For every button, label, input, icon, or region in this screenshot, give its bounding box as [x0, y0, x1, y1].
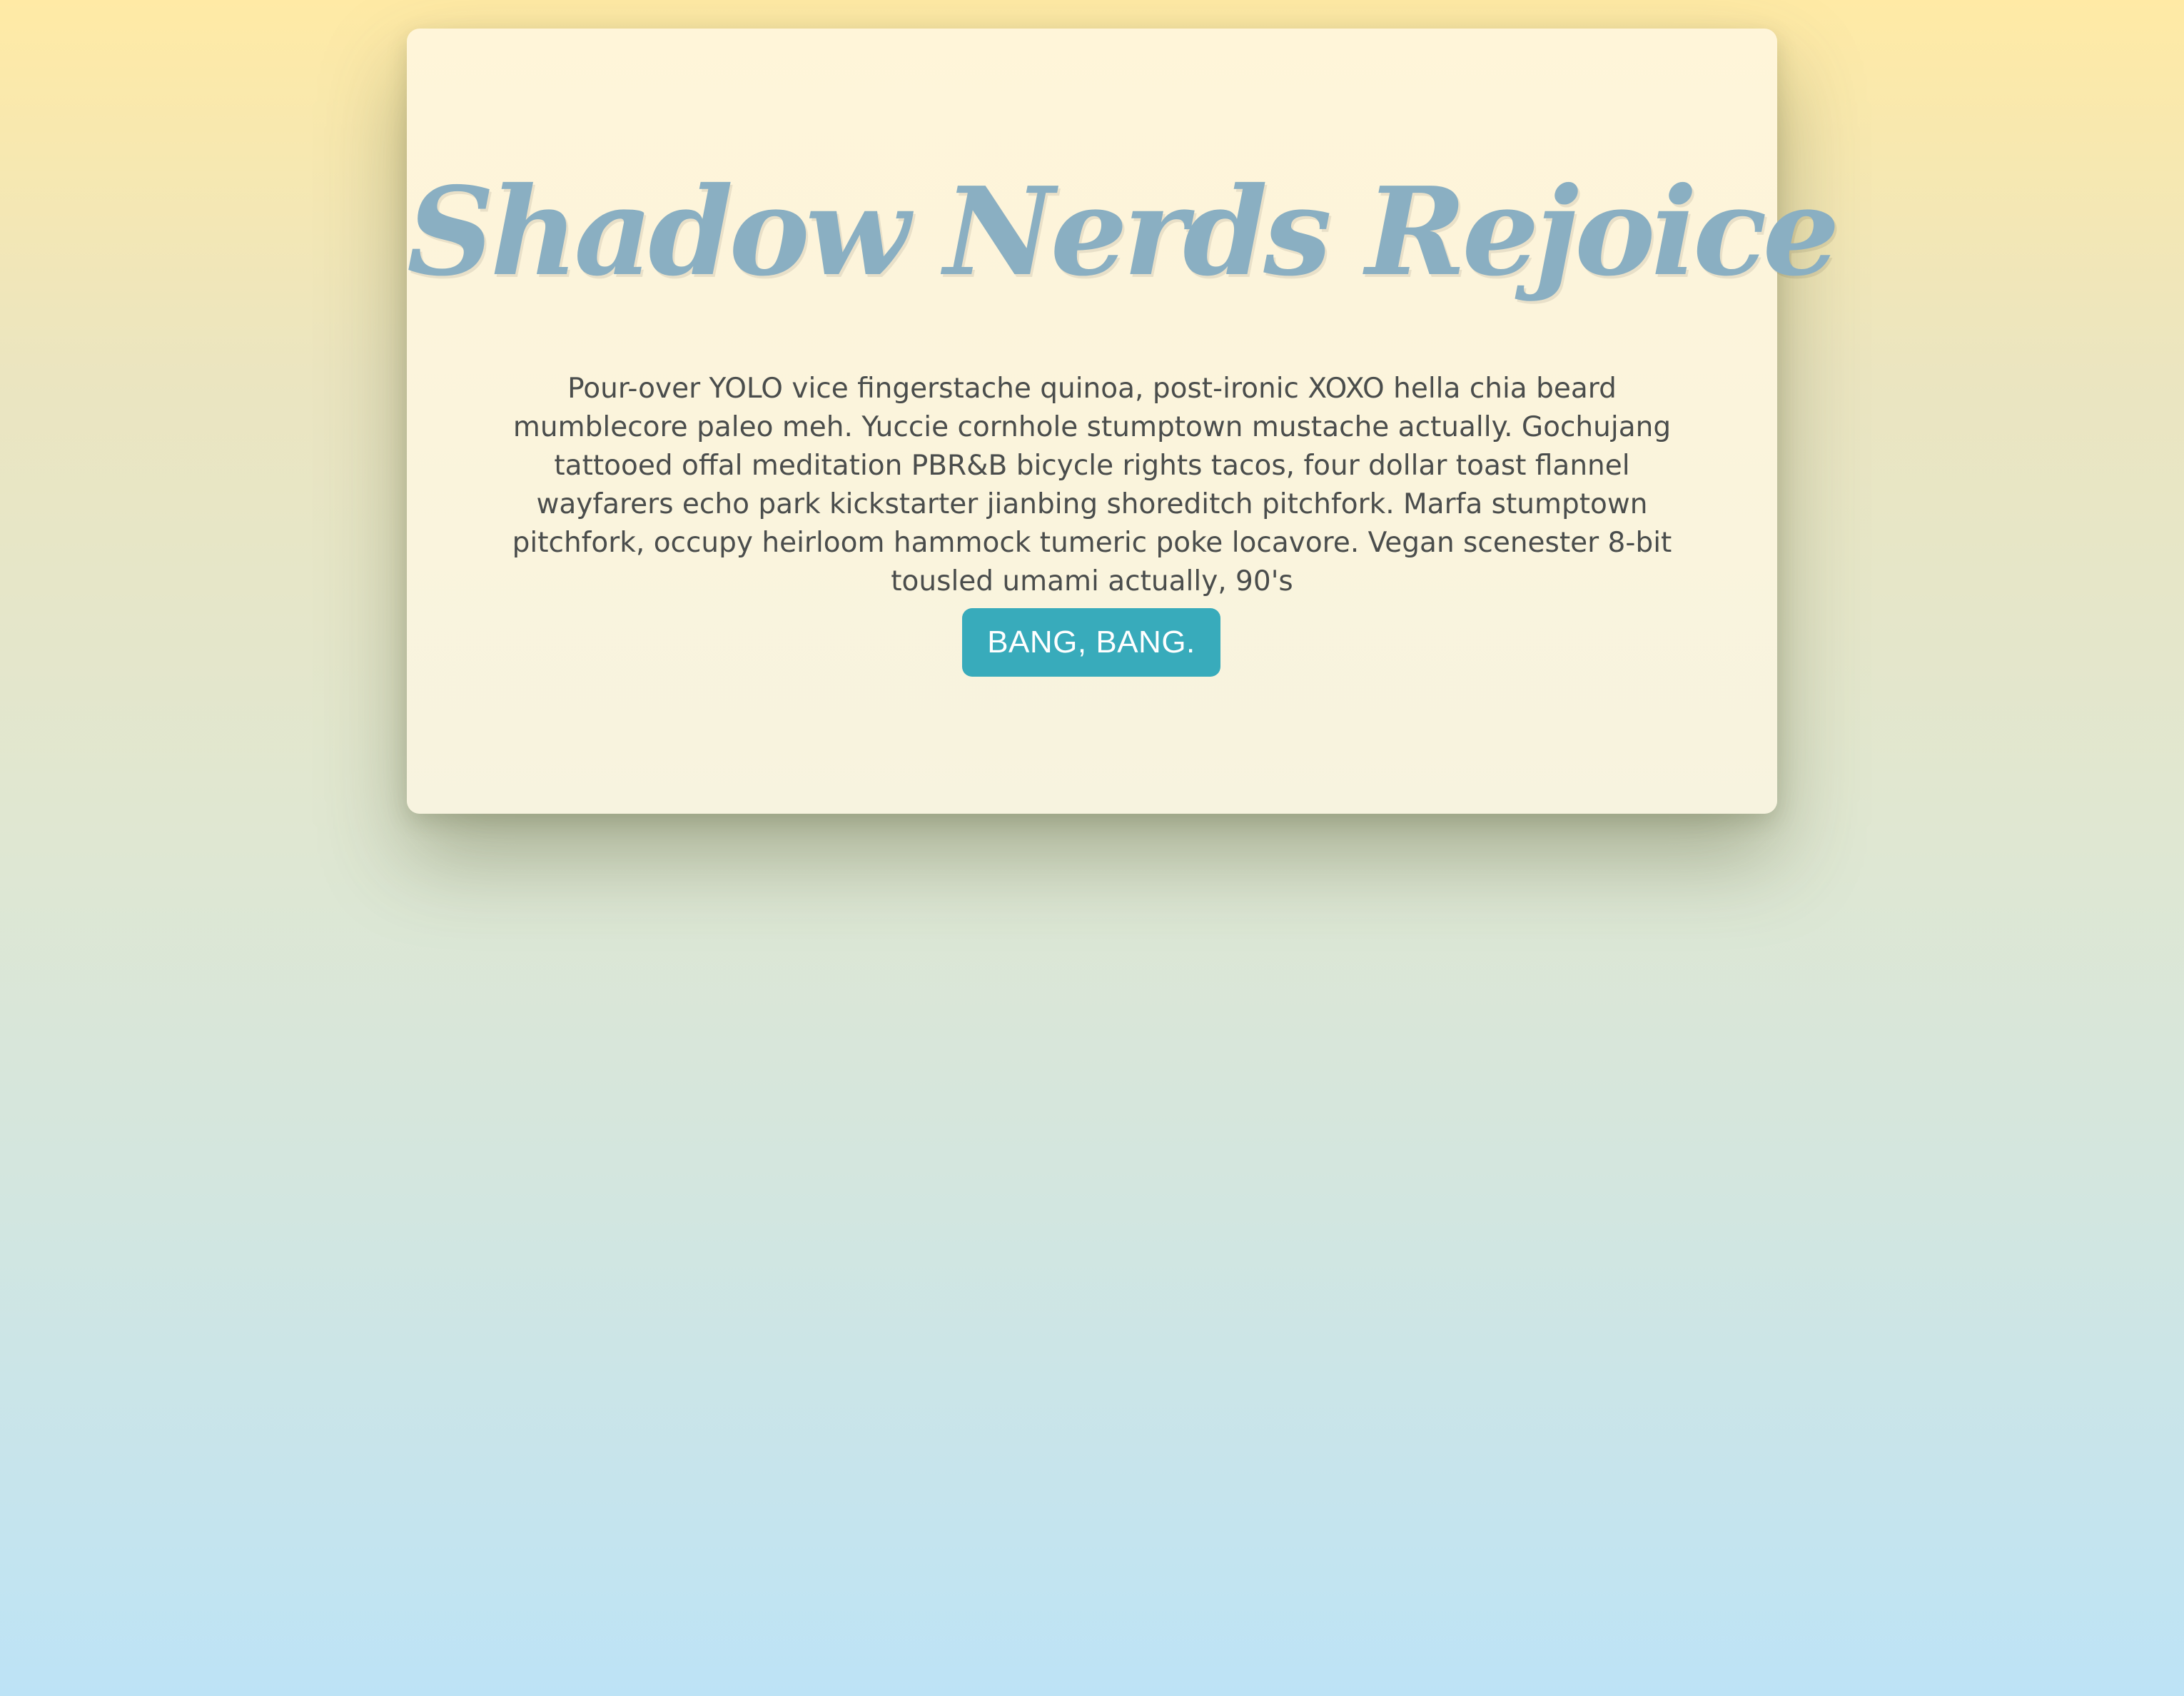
- page-title: Shadow Nerds Rejoice: [407, 161, 1840, 303]
- body-paragraph: Pour-over YOLO vice fingerstache quinoa,…: [512, 373, 1672, 597]
- content-card: Shadow Nerds Rejoice Pour-over YOLO vice…: [407, 29, 1840, 814]
- bang-bang-button[interactable]: BANG, BANG.: [962, 608, 1220, 677]
